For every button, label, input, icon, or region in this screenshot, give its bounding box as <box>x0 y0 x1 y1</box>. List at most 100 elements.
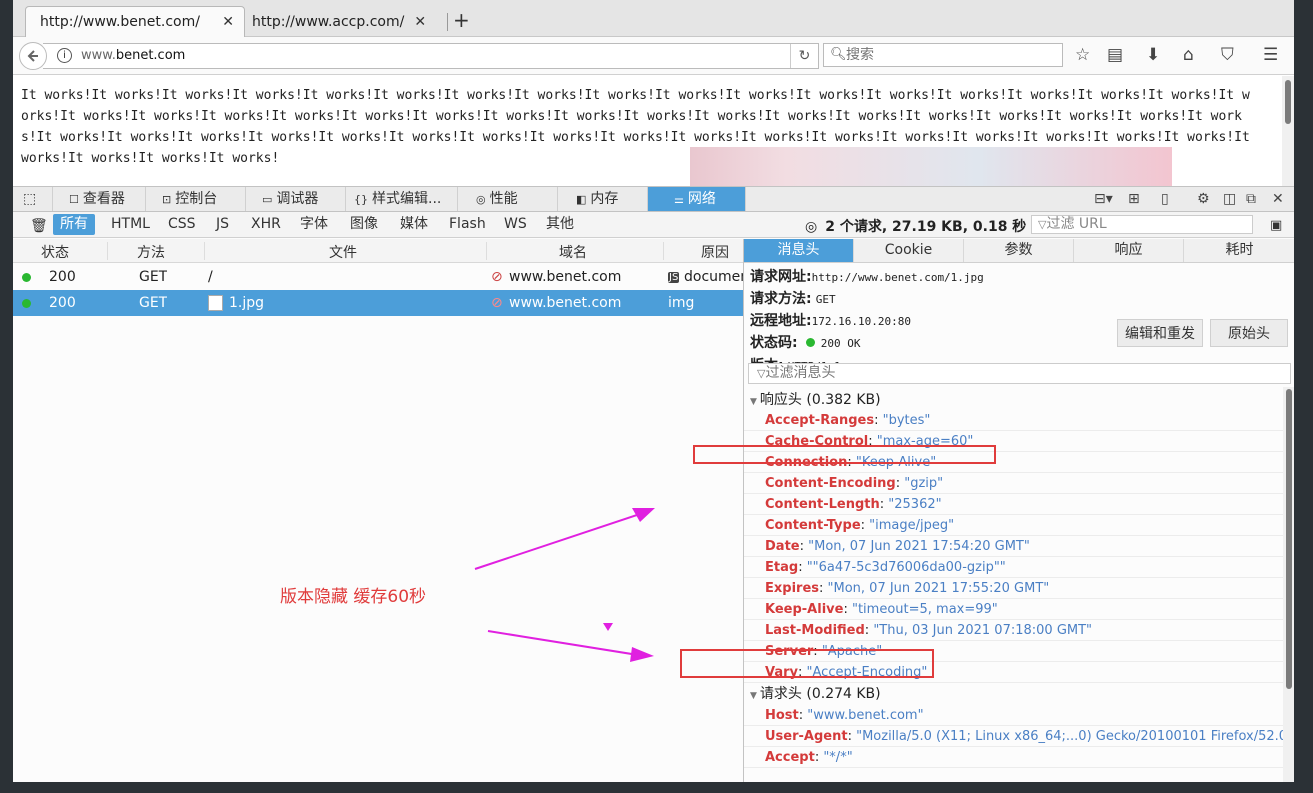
col-file[interactable]: 文件 <box>329 242 357 262</box>
header-value: ""6a47-5c3d76006da00-gzip"" <box>806 560 1006 575</box>
details-scrollbar[interactable] <box>1283 387 1294 782</box>
info-icon[interactable]: i <box>57 48 72 63</box>
header-value: "image/jpeg" <box>869 518 955 533</box>
filter-ws[interactable]: WS <box>497 214 534 235</box>
header-name: Expires <box>765 581 819 596</box>
tab-console[interactable]: ⊡ 控制台 <box>146 187 246 211</box>
edit-resend-button[interactable]: 编辑和重发 <box>1117 319 1203 347</box>
header-row[interactable]: User-Agent: "Mozilla/5.0 (X11; Linux x86… <box>744 726 1293 747</box>
close-icon[interactable]: ✕ <box>222 14 234 30</box>
responsive-mode-icon[interactable]: ▯ <box>1161 191 1169 207</box>
col-method[interactable]: 方法 <box>137 242 165 262</box>
console-icon: ⊡ <box>162 193 172 206</box>
tab-response[interactable]: 响应 <box>1074 239 1184 262</box>
url-text[interactable]: www.benet.com <box>81 48 185 63</box>
undock-window-icon[interactable]: ⧉ <box>1246 191 1256 207</box>
header-row[interactable]: Content-Type: "image/jpeg" <box>744 515 1283 536</box>
header-row[interactable]: Last-Modified: "Thu, 03 Jun 2021 07:18:0… <box>744 620 1283 641</box>
navigation-bar: i www.benet.com ↻ 🔍︎ ☆ ▤ ⬇ ⌂ ⛉ ☰ <box>13 37 1294 75</box>
page-scrollbar[interactable] <box>1282 76 1294 186</box>
summary-request-url: 请求网址:http://www.benet.com/1.jpg <box>750 266 984 286</box>
header-row[interactable]: Expires: "Mon, 07 Jun 2021 17:55:20 GMT" <box>744 578 1283 599</box>
tab-cookies[interactable]: Cookie <box>854 239 964 262</box>
response-headers-section[interactable]: ▼ 响应头 (0.382 KB) <box>750 389 881 409</box>
search-input[interactable] <box>846 47 1056 63</box>
scrollbar-thumb[interactable] <box>1286 389 1292 689</box>
filter-other[interactable]: 其他 <box>539 214 581 235</box>
col-status[interactable]: 状态 <box>41 242 69 262</box>
summary-value: 172.16.10.20:80 <box>811 315 911 328</box>
tab-params[interactable]: 参数 <box>964 239 1074 262</box>
download-icon[interactable]: ⬇ <box>1146 45 1160 65</box>
tab-memory[interactable]: ◧ 内存 <box>558 187 648 211</box>
header-row[interactable]: Content-Encoding: "gzip" <box>744 473 1283 494</box>
back-button[interactable] <box>19 42 47 70</box>
tab-performance[interactable]: ◎ 性能 <box>458 187 558 211</box>
bookmark-star-icon[interactable]: ☆ <box>1075 45 1090 65</box>
tab-title: http://www.benet.com/ <box>40 14 200 30</box>
filter-js[interactable]: JS <box>209 214 236 235</box>
request-headers-section[interactable]: ▼ 请求头 (0.274 KB) <box>750 683 881 703</box>
header-row[interactable]: Accept: "*/*" <box>744 747 1283 768</box>
filter-xhr[interactable]: XHR <box>244 214 288 235</box>
tab-style-editor[interactable]: {} 样式编辑... <box>346 187 458 211</box>
summary-value: http://www.benet.com/1.jpg <box>811 271 984 284</box>
filter-fonts[interactable]: 字体 <box>293 214 335 235</box>
split-console-icon[interactable]: ⊞ <box>1128 191 1140 207</box>
clear-trash-icon[interactable]: 🗑︎ <box>23 216 55 237</box>
tab-inspector[interactable]: ☐ 查看器 <box>53 187 146 211</box>
url-filter-input[interactable]: ▽过滤 URL <box>1031 215 1253 234</box>
col-domain[interactable]: 域名 <box>559 242 587 262</box>
table-row[interactable]: 200 GET / ⊘ www.benet.com JS documen <box>13 264 743 290</box>
header-separator: : <box>895 476 905 491</box>
tab-debugger[interactable]: ▭ 调试器 <box>246 187 346 211</box>
tab-accp[interactable]: http://www.accp.com/ ✕ <box>238 6 448 37</box>
dock-side-icon[interactable]: ◫ <box>1223 191 1236 207</box>
summary-label: 请求方法: <box>750 291 812 307</box>
header-row[interactable]: Date: "Mon, 07 Jun 2021 17:54:20 GMT" <box>744 536 1283 557</box>
memory-icon: ◧ <box>576 193 587 206</box>
summary-status-code: 状态码: 200 OK <box>750 332 861 352</box>
dock-options-icon[interactable]: ⊟▾ <box>1094 191 1113 207</box>
pocket-icon[interactable]: ⛉ <box>1221 45 1234 65</box>
menu-icon[interactable]: ☰ <box>1263 45 1278 65</box>
tab-headers[interactable]: 消息头 <box>744 239 854 262</box>
collapse-triangle-icon: ▼ <box>750 397 757 407</box>
close-icon[interactable]: ✕ <box>414 14 426 30</box>
settings-gear-icon[interactable]: ⚙ <box>1197 191 1210 207</box>
header-entry: Content-Length: "25362" <box>765 494 942 515</box>
tab-timings[interactable]: 耗时 <box>1184 239 1294 262</box>
filter-media[interactable]: 媒体 <box>393 214 435 235</box>
filter-all[interactable]: 所有 <box>53 214 95 235</box>
search-box[interactable]: 🔍︎ <box>823 43 1063 67</box>
header-row[interactable]: Host: "www.benet.com" <box>744 705 1283 726</box>
header-row[interactable]: Accept-Ranges: "bytes" <box>744 410 1283 431</box>
col-cause[interactable]: 原因 <box>701 242 729 262</box>
filter-html[interactable]: HTML <box>104 214 157 235</box>
filter-images[interactable]: 图像 <box>343 214 385 235</box>
header-row[interactable]: Content-Length: "25362" <box>744 494 1283 515</box>
divider <box>204 242 205 260</box>
header-filter-input[interactable]: ▽过滤消息头 <box>748 363 1291 384</box>
header-entry: Content-Type: "image/jpeg" <box>765 515 954 536</box>
inspector-icon: ☐ <box>69 193 79 206</box>
table-row[interactable]: 200 GET 1.jpg ⊘ www.benet.com img <box>13 290 743 316</box>
filter-css[interactable]: CSS <box>161 214 203 235</box>
reload-icon[interactable]: ↻ <box>790 44 818 68</box>
header-row[interactable]: Keep-Alive: "timeout=5, max=99" <box>744 599 1283 620</box>
header-name: Keep-Alive <box>765 602 844 617</box>
url-bar[interactable]: i www.benet.com ↻ <box>43 43 819 69</box>
toggle-panel-icon[interactable]: ▣ <box>1263 215 1289 236</box>
reading-list-icon[interactable]: ▤ <box>1107 45 1123 65</box>
header-row[interactable]: Etag: ""6a47-5c3d76006da00-gzip"" <box>744 557 1283 578</box>
filter-flash[interactable]: Flash <box>442 214 493 235</box>
image-thumbnail-icon <box>208 295 223 311</box>
tab-network[interactable]: ⚌ 网络 <box>648 187 746 211</box>
home-icon[interactable]: ⌂ <box>1183 45 1194 65</box>
element-picker-icon[interactable]: ⬚ <box>13 187 53 211</box>
raw-headers-button[interactable]: 原始头 <box>1210 319 1288 347</box>
scrollbar-thumb[interactable] <box>1285 80 1291 124</box>
new-tab-icon[interactable]: + <box>453 8 470 32</box>
tab-benet[interactable]: http://www.benet.com/ ✕ <box>25 6 245 37</box>
close-devtools-icon[interactable]: ✕ <box>1272 191 1284 207</box>
